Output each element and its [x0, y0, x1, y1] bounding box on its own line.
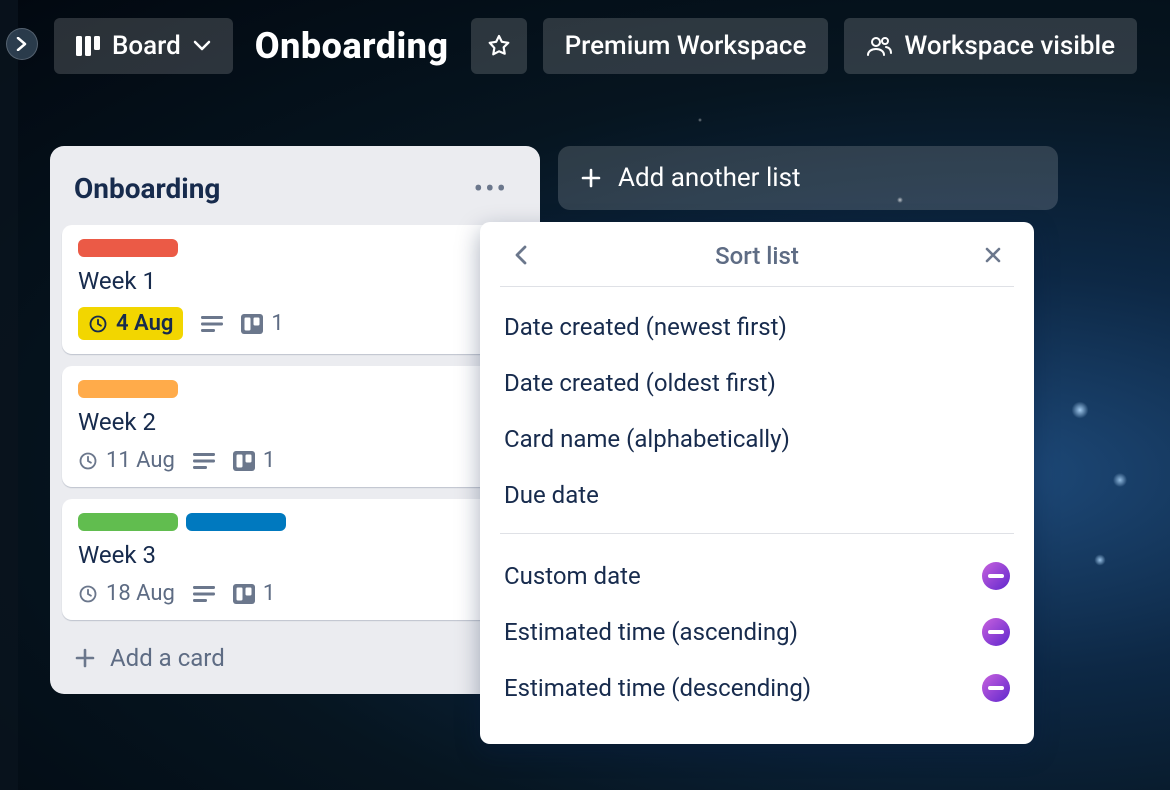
clock-icon [78, 584, 98, 604]
board-icon [76, 35, 100, 57]
plus-icon [580, 167, 602, 189]
popover-close-button[interactable] [976, 238, 1010, 272]
add-card-label: Add a card [110, 644, 225, 672]
close-icon [984, 246, 1002, 264]
label-blue[interactable] [186, 513, 286, 531]
clock-icon [88, 314, 108, 334]
sidebar-expand-button[interactable] [6, 28, 38, 60]
star-board-button[interactable] [471, 18, 527, 74]
due-date-badge: 4 Aug [78, 307, 183, 340]
visibility-button[interactable]: Workspace visible [844, 18, 1137, 74]
card-title: Week 3 [78, 541, 512, 569]
sort-list-popover: Sort list Date created (newest first) Da… [480, 222, 1034, 744]
card-title: Week 1 [78, 267, 512, 295]
board-header: Board Onboarding Premium Workspace Works… [54, 18, 1137, 74]
plus-icon [74, 647, 96, 669]
trello-icon [241, 314, 263, 334]
sort-option[interactable]: Date created (newest first) [500, 299, 1014, 355]
sort-option-powerup[interactable]: Custom date [500, 548, 1014, 604]
add-card-button[interactable]: Add a card [62, 632, 528, 684]
list-title[interactable]: Onboarding [74, 172, 220, 205]
chevron-left-icon [514, 245, 528, 265]
list-menu-button[interactable]: ••• [466, 168, 516, 209]
label-green[interactable] [78, 513, 178, 531]
powerup-badge-icon [982, 618, 1010, 646]
due-date-badge: 11 Aug [78, 448, 175, 473]
popover-divider [500, 533, 1014, 534]
label-red[interactable] [78, 239, 178, 257]
sort-option[interactable]: Due date [500, 467, 1014, 523]
description-badge [201, 315, 223, 333]
view-switcher[interactable]: Board [54, 18, 233, 74]
sort-option[interactable]: Card name (alphabetically) [500, 411, 1014, 467]
sort-option-label: Date created (newest first) [504, 313, 787, 341]
chevron-right-icon [16, 37, 28, 51]
add-another-list-button[interactable]: Add another list [558, 146, 1058, 210]
due-date-text: 4 Aug [116, 311, 173, 336]
trello-icon [233, 584, 255, 604]
checklist-count: 1 [271, 311, 283, 336]
clock-icon [78, 451, 98, 471]
checklist-badge: 1 [233, 581, 275, 606]
card[interactable]: Week 1 4 Aug [62, 225, 528, 354]
description-icon [201, 315, 223, 333]
list-onboarding: Onboarding ••• Week 1 4 Aug [50, 146, 540, 694]
label-orange[interactable] [78, 380, 178, 398]
sort-option-label: Estimated time (descending) [504, 674, 811, 702]
sort-option-label: Custom date [504, 562, 641, 590]
chevron-down-icon [193, 40, 211, 52]
card[interactable]: Week 2 11 Aug [62, 366, 528, 487]
powerup-badge-icon [982, 674, 1010, 702]
due-date-badge: 18 Aug [78, 581, 175, 606]
sort-option-label: Estimated time (ascending) [504, 618, 798, 646]
sidebar-collapsed [0, 0, 18, 790]
sort-option-label: Due date [504, 481, 599, 509]
premium-workspace-button[interactable]: Premium Workspace [543, 18, 829, 74]
checklist-count: 1 [263, 448, 275, 473]
view-switcher-label: Board [112, 31, 181, 61]
card-title: Week 2 [78, 408, 512, 436]
popover-back-button[interactable] [504, 238, 538, 272]
powerup-badge-icon [982, 562, 1010, 590]
sort-option-label: Card name (alphabetically) [504, 425, 790, 453]
people-icon [866, 35, 892, 57]
visibility-label: Workspace visible [904, 31, 1115, 61]
description-icon [193, 585, 215, 603]
sort-option-label: Date created (oldest first) [504, 369, 776, 397]
sort-option-powerup[interactable]: Estimated time (descending) [500, 660, 1014, 716]
popover-title: Sort list [715, 242, 799, 270]
checklist-badge: 1 [241, 311, 283, 336]
add-list-label: Add another list [618, 163, 801, 193]
checklist-badge: 1 [233, 448, 275, 473]
trello-icon [233, 451, 255, 471]
due-date-text: 11 Aug [106, 448, 175, 473]
due-date-text: 18 Aug [106, 581, 175, 606]
description-badge [193, 452, 215, 470]
sort-option[interactable]: Date created (oldest first) [500, 355, 1014, 411]
sort-option-powerup[interactable]: Estimated time (ascending) [500, 604, 1014, 660]
card[interactable]: Week 3 18 Aug [62, 499, 528, 620]
description-icon [193, 452, 215, 470]
checklist-count: 1 [263, 581, 275, 606]
star-icon [486, 33, 512, 59]
description-badge [193, 585, 215, 603]
premium-workspace-label: Premium Workspace [565, 31, 807, 61]
board-title[interactable]: Onboarding [249, 25, 455, 67]
